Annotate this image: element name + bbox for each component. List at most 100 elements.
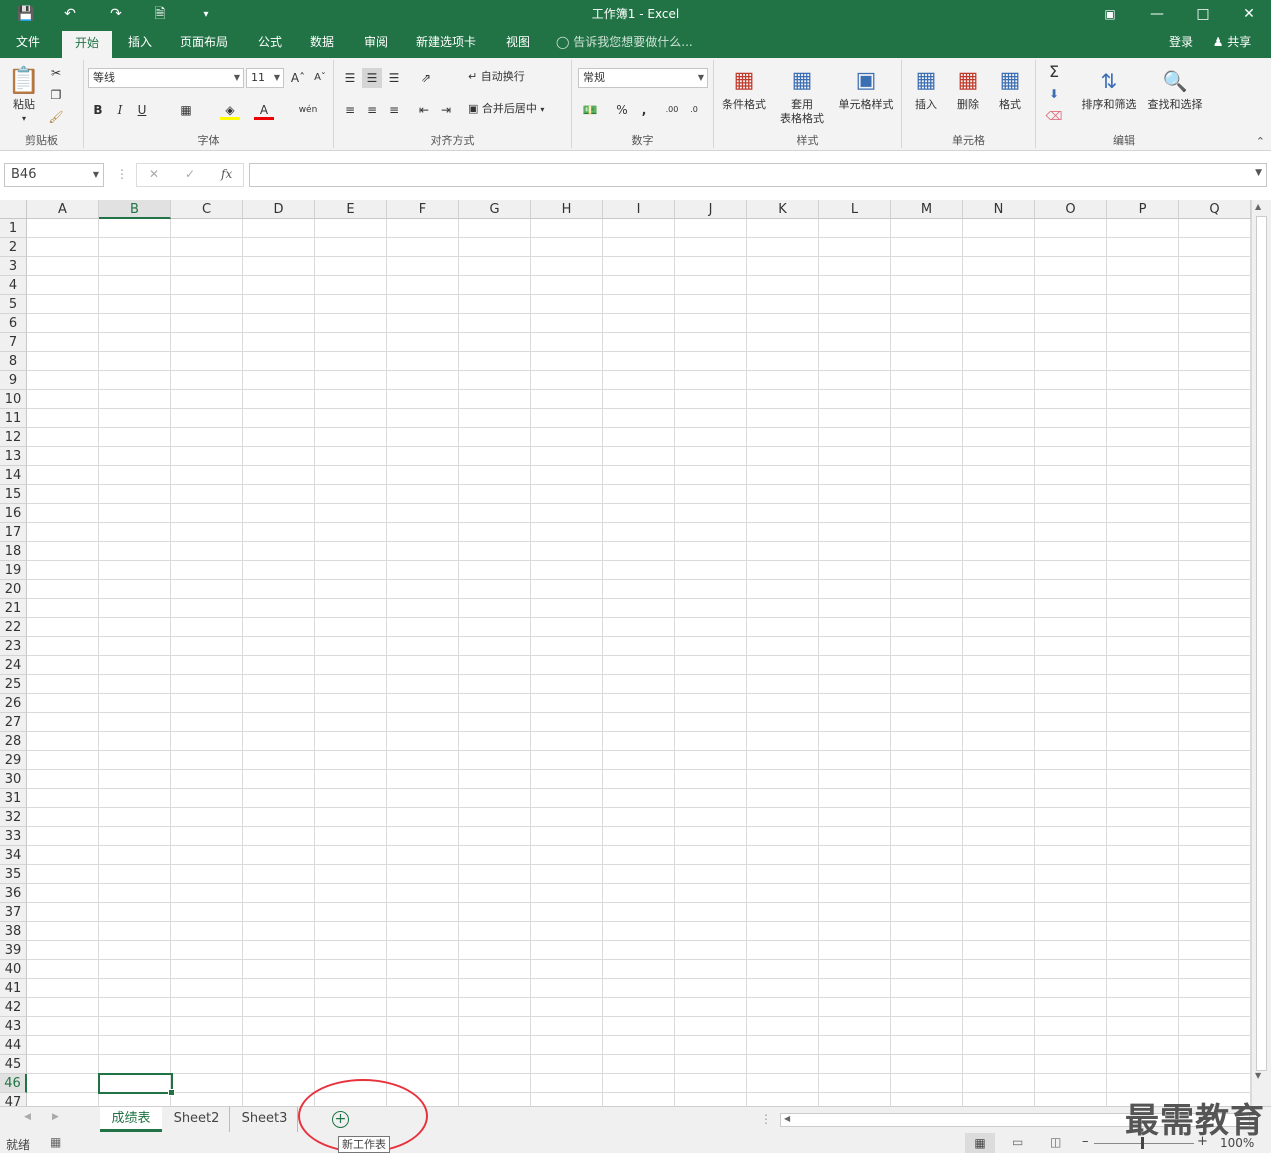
format-painter-icon[interactable]: 🖌 (46, 107, 66, 127)
row-header[interactable]: 5 (0, 295, 27, 314)
row-header[interactable]: 32 (0, 808, 27, 827)
collapse-ribbon-icon[interactable]: ⌃ (1256, 135, 1265, 148)
minimize-icon[interactable]: — (1145, 0, 1169, 29)
vertical-scroll-thumb[interactable] (1256, 216, 1267, 1071)
decrease-font-icon[interactable]: Aˇ (310, 68, 330, 88)
next-sheet-icon[interactable]: ▶ (52, 1112, 59, 1122)
row-header[interactable]: 25 (0, 675, 27, 694)
row-header[interactable]: 16 (0, 504, 27, 523)
column-header[interactable]: G (459, 200, 531, 219)
row-header[interactable]: 17 (0, 523, 27, 542)
formula-input[interactable]: ▼ (249, 163, 1267, 187)
row-header[interactable]: 30 (0, 770, 27, 789)
zoom-slider[interactable] (1094, 1143, 1194, 1144)
selected-cell[interactable] (98, 1073, 175, 1096)
column-header[interactable]: M (891, 200, 963, 219)
cut-icon[interactable]: ✂ (46, 63, 66, 83)
row-header[interactable]: 28 (0, 732, 27, 751)
row-header[interactable]: 41 (0, 979, 27, 998)
row-header[interactable]: 13 (0, 447, 27, 466)
zoom-out-icon[interactable]: – (1082, 1134, 1089, 1149)
row-header[interactable]: 43 (0, 1017, 27, 1036)
phonetic-icon[interactable]: wén (298, 100, 318, 120)
expand-formula-icon[interactable]: ▼ (1255, 168, 1262, 178)
row-header[interactable]: 39 (0, 941, 27, 960)
increase-indent-icon[interactable]: ⇥ (436, 100, 456, 120)
align-center-icon[interactable]: ≡ (362, 100, 382, 120)
row-header[interactable]: 12 (0, 428, 27, 447)
row-header[interactable]: 35 (0, 865, 27, 884)
format-as-table-button[interactable]: ▦ 套用 表格格式 (772, 64, 832, 126)
vertical-scrollbar[interactable]: ▲ ▼ (1251, 200, 1271, 1106)
customize-quick-access-icon[interactable]: ▾ (194, 0, 218, 29)
insert-function-icon[interactable]: fx (221, 167, 232, 181)
row-header[interactable]: 29 (0, 751, 27, 770)
splitter-icon[interactable]: ⋮ (116, 167, 128, 181)
column-header[interactable]: H (531, 200, 603, 219)
macro-record-icon[interactable]: ▦ (50, 1135, 61, 1149)
page-break-view-icon[interactable]: ◫ (1050, 1135, 1061, 1149)
column-header[interactable]: P (1107, 200, 1179, 219)
page-layout-view-icon[interactable]: ▭ (1012, 1135, 1023, 1149)
autosum-icon[interactable]: Σ (1044, 62, 1064, 82)
conditional-formatting-button[interactable]: ▦ 条件格式 (718, 64, 770, 112)
fill-color-icon[interactable]: ◈ (220, 100, 240, 120)
orientation-icon[interactable]: ⇗ (416, 68, 436, 88)
prev-sheet-icon[interactable]: ◀ (24, 1112, 31, 1122)
row-header[interactable]: 6 (0, 314, 27, 333)
row-header[interactable]: 15 (0, 485, 27, 504)
sort-filter-button[interactable]: ⇅ 排序和筛选 (1076, 64, 1142, 112)
row-header[interactable]: 2 (0, 238, 27, 257)
ribbon-display-options-icon[interactable]: ▣ (1098, 0, 1122, 29)
row-header[interactable]: 36 (0, 884, 27, 903)
close-icon[interactable]: ✕ (1237, 0, 1261, 29)
cell-styles-button[interactable]: ▣ 单元格样式 (834, 64, 898, 112)
column-header[interactable]: A (27, 200, 99, 219)
row-header[interactable]: 4 (0, 276, 27, 295)
row-header[interactable]: 44 (0, 1036, 27, 1055)
column-header[interactable]: B (99, 200, 171, 219)
border-icon[interactable]: ▦ (176, 100, 196, 120)
increase-font-icon[interactable]: Aˆ (288, 68, 308, 88)
font-size-select[interactable]: 11 ▼ (246, 68, 284, 88)
currency-icon[interactable]: 💵 (580, 100, 600, 120)
row-header[interactable]: 31 (0, 789, 27, 808)
font-color-icon[interactable]: A (254, 100, 274, 120)
align-right-icon[interactable]: ≡ (384, 100, 404, 120)
row-header[interactable]: 22 (0, 618, 27, 637)
align-middle-icon[interactable]: ☰ (362, 68, 382, 88)
column-header[interactable]: E (315, 200, 387, 219)
name-box[interactable]: B46 ▼ (4, 163, 104, 187)
row-header[interactable]: 45 (0, 1055, 27, 1074)
select-all-corner[interactable] (0, 200, 27, 219)
share-button[interactable]: ♟ 共享 (1206, 29, 1258, 58)
format-cells-button[interactable]: ▦ 格式 (990, 64, 1030, 112)
tab-page-layout[interactable]: 页面布局 (172, 29, 236, 58)
column-header[interactable]: J (675, 200, 747, 219)
tab-data[interactable]: 数据 (300, 29, 344, 58)
paste-button[interactable]: 📋 粘贴 ▾ (6, 64, 42, 123)
redo-icon[interactable]: ↷ (104, 0, 128, 29)
row-header[interactable]: 18 (0, 542, 27, 561)
column-header[interactable]: N (963, 200, 1035, 219)
tab-file[interactable]: 文件 (6, 29, 50, 58)
row-header[interactable]: 42 (0, 998, 27, 1017)
find-select-button[interactable]: 🔍 查找和选择 (1142, 64, 1208, 112)
font-name-select[interactable]: 等线 ▼ (88, 68, 244, 88)
tab-splitter-icon[interactable]: ⋮ (760, 1112, 772, 1126)
row-header[interactable]: 37 (0, 903, 27, 922)
maximize-icon[interactable]: □ (1191, 0, 1215, 29)
column-header[interactable]: C (171, 200, 243, 219)
column-header[interactable]: O (1035, 200, 1107, 219)
cancel-icon[interactable]: ✕ (149, 167, 159, 181)
row-header[interactable]: 33 (0, 827, 27, 846)
tab-new-tab[interactable]: 新建选项卡 (408, 29, 484, 58)
merge-center-button[interactable]: ▣ 合并后居中 ▾ (468, 102, 568, 117)
decrease-decimal-icon[interactable]: .0 (684, 100, 704, 120)
row-header[interactable]: 3 (0, 257, 27, 276)
scroll-up-icon[interactable]: ▲ (1255, 202, 1261, 211)
new-file-icon[interactable]: 🗎 (148, 0, 172, 29)
align-top-icon[interactable]: ☰ (340, 68, 360, 88)
row-header[interactable]: 21 (0, 599, 27, 618)
row-header[interactable]: 34 (0, 846, 27, 865)
